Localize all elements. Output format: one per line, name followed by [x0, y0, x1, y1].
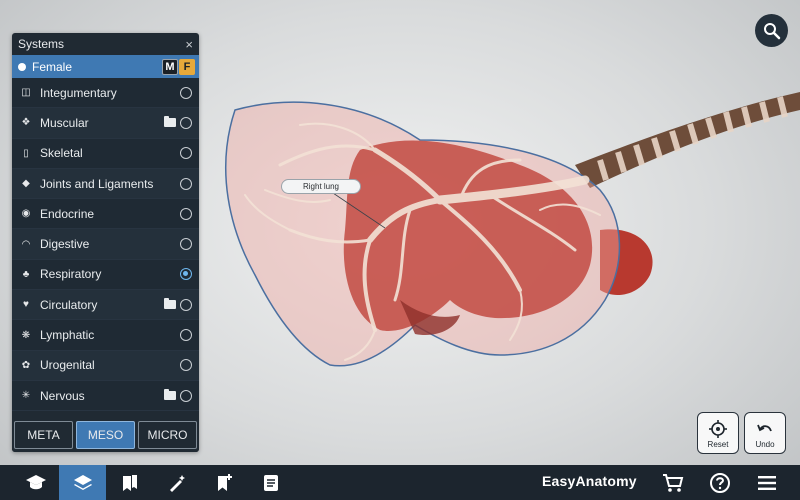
- level-micro-button[interactable]: MICRO: [138, 421, 197, 449]
- system-label: Nervous: [40, 388, 85, 403]
- system-row-integumentary[interactable]: ◫ Integumentary: [12, 78, 199, 109]
- folder-icon[interactable]: [164, 298, 176, 310]
- system-row-lymphatic[interactable]: ❋ Lymphatic: [12, 320, 199, 351]
- selected-dot-icon: [18, 62, 26, 71]
- radio-button[interactable]: [180, 389, 192, 402]
- system-label: Digestive: [40, 237, 90, 252]
- level-meta-button[interactable]: META: [14, 421, 73, 449]
- bookmarks-icon: [122, 474, 137, 491]
- store-button[interactable]: [649, 465, 696, 500]
- joint-icon: ◆: [22, 178, 30, 190]
- layers-button[interactable]: [59, 465, 106, 500]
- bookmarks-button[interactable]: [106, 465, 153, 500]
- hamburger-menu-icon: [757, 475, 776, 490]
- structure-tag[interactable]: Right lung: [281, 179, 361, 194]
- search-icon: [763, 22, 780, 39]
- sex-row[interactable]: Female M F: [12, 55, 199, 78]
- system-row-endocrine[interactable]: ◉ Endocrine: [12, 199, 199, 230]
- system-row-joints[interactable]: ◆ Joints and Ligaments: [12, 168, 199, 200]
- lungs-icon: ♣: [22, 268, 30, 280]
- system-label: Urogenital: [40, 358, 95, 373]
- gland-icon: ◉: [21, 208, 31, 220]
- system-row-respiratory[interactable]: ♣ Respiratory: [12, 259, 199, 291]
- system-row-urogenital[interactable]: ✿ Urogenital: [12, 350, 199, 381]
- kidney-icon: ✿: [21, 359, 31, 371]
- system-list: ◫ Integumentary ❖ Muscular ▯ Skeletal ◆ …: [12, 78, 199, 412]
- sex-label: Female: [32, 59, 73, 74]
- search-button[interactable]: [755, 14, 788, 47]
- heart-icon: ♥: [23, 299, 29, 311]
- system-label: Endocrine: [40, 206, 95, 221]
- radio-button[interactable]: [180, 86, 192, 99]
- folder-icon[interactable]: [164, 389, 176, 401]
- system-label: Respiratory: [40, 267, 102, 282]
- system-row-nervous[interactable]: ✳ Nervous: [12, 380, 199, 412]
- radio-button[interactable]: [180, 147, 192, 160]
- system-row-digestive[interactable]: ◠ Digestive: [12, 229, 199, 260]
- lymph-icon: ❋: [21, 329, 31, 341]
- learn-button[interactable]: [12, 465, 59, 500]
- systems-panel: Systems × Female M F ◫ Integumentary ❖ M…: [12, 33, 199, 452]
- system-label: Circulatory: [40, 297, 98, 312]
- system-row-circulatory[interactable]: ♥ Circulatory: [12, 290, 199, 321]
- radio-button[interactable]: [180, 238, 192, 251]
- level-meso-button[interactable]: MESO: [76, 421, 135, 449]
- radio-button[interactable]: [180, 116, 192, 129]
- reset-label: Reset: [707, 440, 729, 449]
- system-row-muscular[interactable]: ❖ Muscular: [12, 108, 199, 139]
- female-toggle[interactable]: F: [179, 58, 195, 75]
- graduation-cap-icon: [25, 474, 46, 489]
- radio-button[interactable]: [180, 298, 192, 311]
- notes-icon: [263, 474, 278, 491]
- bookmark-add-icon: [217, 473, 232, 491]
- brand-logo: EasyAnatomy: [542, 473, 637, 489]
- target-icon: [709, 420, 727, 438]
- system-row-skeletal[interactable]: ▯ Skeletal: [12, 138, 199, 169]
- system-label: Lymphatic: [40, 328, 95, 343]
- bottom-toolbar: EasyAnatomy: [0, 465, 800, 500]
- neuron-icon: ✳: [21, 390, 31, 402]
- undo-label: Undo: [755, 440, 775, 449]
- draw-button[interactable]: [153, 465, 200, 500]
- add-bookmark-button[interactable]: [200, 465, 247, 500]
- panel-header: Systems ×: [12, 33, 199, 55]
- folder-icon[interactable]: [164, 116, 176, 128]
- radio-button[interactable]: [180, 207, 192, 220]
- stomach-icon: ◠: [21, 238, 31, 250]
- help-button[interactable]: [696, 465, 743, 500]
- layers-icon: [73, 474, 92, 490]
- undo-icon: [757, 424, 772, 432]
- radio-button-selected[interactable]: [180, 268, 192, 281]
- help-icon: [709, 472, 730, 493]
- system-label: Skeletal: [40, 146, 83, 161]
- level-selector: META MESO MICRO: [12, 418, 199, 452]
- system-label: Integumentary: [40, 85, 117, 100]
- magic-pen-icon: [169, 474, 185, 492]
- muscle-icon: ❖: [21, 117, 31, 129]
- undo-button[interactable]: Undo: [744, 412, 786, 454]
- notes-button[interactable]: [247, 465, 294, 500]
- male-toggle[interactable]: M: [162, 58, 178, 75]
- reset-button[interactable]: Reset: [697, 412, 739, 454]
- panel-title: Systems: [18, 37, 65, 51]
- trachea: [575, 92, 800, 188]
- radio-button[interactable]: [180, 177, 192, 190]
- skin-icon: ◫: [21, 87, 31, 99]
- system-label: Joints and Ligaments: [40, 176, 154, 191]
- bone-icon: ▯: [23, 147, 29, 159]
- radio-button[interactable]: [180, 359, 192, 372]
- system-label: Muscular: [40, 115, 89, 130]
- menu-button[interactable]: [743, 465, 790, 500]
- radio-button[interactable]: [180, 329, 192, 342]
- cart-icon: [662, 473, 683, 492]
- close-icon[interactable]: ×: [185, 37, 193, 52]
